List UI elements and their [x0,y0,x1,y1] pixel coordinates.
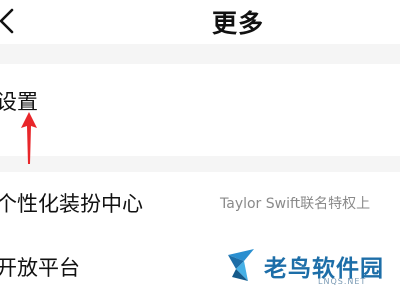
watermark-subtext: LNQS.NET [318,277,367,286]
more-screen: 更多 设置 个性化装扮中心 Taylor Swift联名特权上 开放平台 老鸟软… [0,0,400,291]
menu-item-personalization-center[interactable]: 个性化装扮中心 Taylor Swift联名特权上 [0,172,400,232]
menu-item-label: 开放平台 [0,256,80,280]
bird-logo-icon [228,249,254,281]
section-divider [0,156,400,172]
red-up-arrow-icon [21,112,37,164]
section-divider [0,44,400,64]
watermark-logo: 老鸟软件园 LNQS.NET [226,244,400,291]
menu-item-promo-text: Taylor Swift联名特权上 [220,196,371,212]
page-title: 更多 [211,9,264,38]
menu-item-settings[interactable]: 设置 [0,64,400,156]
menu-item-label: 个性化装扮中心 [0,192,143,216]
top-bar: 更多 [0,0,400,44]
